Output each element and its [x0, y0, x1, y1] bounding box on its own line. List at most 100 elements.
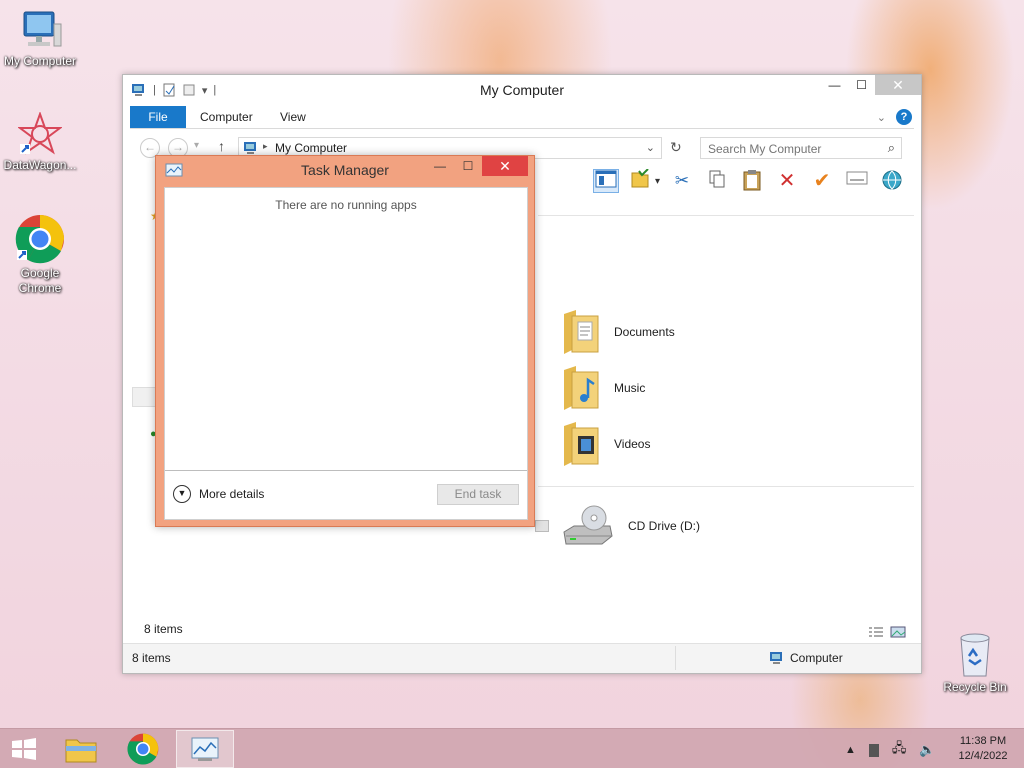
items-count: 8 items — [144, 622, 183, 636]
desktop-icon-label: Recycle Bin — [943, 680, 1007, 694]
desktop-icon-label: DataWagon... — [3, 158, 77, 172]
chevron-down-icon: ▼ — [173, 485, 191, 503]
refresh-button[interactable]: ↻ — [670, 139, 682, 156]
select-folder-icon[interactable] — [628, 168, 654, 193]
task-manager-controls: — ☐ ✕ — [426, 156, 528, 176]
tab-file[interactable]: File — [130, 106, 186, 128]
computer-small-icon — [244, 142, 256, 154]
search-icon[interactable]: ⌕ — [888, 140, 895, 156]
action-center-icon[interactable] — [868, 743, 879, 757]
group-divider — [538, 486, 914, 487]
paste-icon[interactable] — [739, 169, 765, 193]
task-manager-body: There are no running apps ▼ More details… — [164, 187, 528, 520]
datawagon-icon — [18, 112, 62, 155]
task-manager-window: Task Manager — ☐ ✕ There are no running … — [155, 155, 535, 527]
start-button[interactable] — [0, 730, 48, 768]
item-label: Music — [614, 381, 646, 395]
tm-minimize-button[interactable]: — — [426, 156, 454, 176]
large-icons-view-icon[interactable] — [890, 626, 906, 638]
computer-small-icon — [770, 652, 782, 664]
chrome-icon — [127, 733, 159, 765]
recycle-bin-icon — [960, 633, 990, 677]
properties-panel-icon[interactable] — [844, 169, 870, 193]
ribbon-controls: ⌄ ? — [877, 109, 912, 125]
taskbar: ▲ 🖧 🔈 11:38 PM 12/4/2022 — [0, 728, 1024, 768]
window-title: My Computer — [479, 82, 565, 98]
taskbar-chrome[interactable] — [114, 730, 172, 768]
documents-folder-icon — [564, 310, 599, 354]
expand-ribbon-icon[interactable]: ⌄ — [877, 111, 886, 124]
status-location-label: Computer — [790, 651, 843, 665]
list-item-videos[interactable]: Videos — [562, 419, 650, 469]
address-dropdown-icon[interactable]: ⌄ — [646, 141, 655, 154]
clock-time: 11:38 PM — [959, 735, 1007, 747]
list-item-music[interactable]: Music — [562, 363, 645, 413]
item-label: Documents — [614, 325, 675, 339]
clock[interactable]: 11:38 PM 12/4/2022 — [946, 734, 1020, 764]
tab-view[interactable]: View — [280, 106, 306, 128]
delete-icon[interactable]: ✕ — [774, 169, 800, 193]
window-controls: — ☐ ✕ — [821, 75, 921, 95]
list-item-cd-drive[interactable]: CD Drive (D:) — [562, 501, 700, 551]
desktop-icon-datawagon[interactable]: DataWagon... — [0, 112, 80, 173]
cut-icon[interactable]: ✂ — [669, 169, 695, 193]
tab-computer[interactable]: Computer — [200, 106, 253, 128]
status-items-count: 8 items — [132, 651, 171, 665]
ribbon-tabs: File Computer View ⌄ ? — [130, 106, 914, 129]
videos-folder-icon — [564, 422, 599, 466]
file-explorer-icon — [65, 739, 97, 763]
volume-icon[interactable]: 🔈 — [919, 742, 935, 758]
desktop-icon-label: Google Chrome — [18, 266, 62, 295]
tm-maximize-button[interactable]: ☐ — [454, 156, 482, 176]
more-details-button[interactable]: ▼ More details — [173, 485, 264, 503]
minimize-button[interactable]: — — [821, 75, 848, 95]
task-manager-icon — [191, 737, 219, 761]
recent-locations-icon[interactable]: ▾ — [194, 140, 199, 151]
select-dropdown-icon[interactable]: ▾ — [655, 176, 660, 187]
tm-close-button[interactable]: ✕ — [482, 156, 528, 176]
taskbar-file-explorer[interactable] — [52, 730, 110, 768]
system-tray: ▲ 🖧 🔈 — [845, 739, 936, 761]
music-folder-icon — [564, 366, 599, 410]
desktop-icon-label: My Computer — [3, 54, 77, 68]
desktop-icon-my-computer[interactable]: My Computer — [0, 10, 80, 69]
end-task-button[interactable]: End task — [437, 484, 519, 505]
status-bar: 8 items Computer — [123, 643, 921, 673]
no-apps-message: There are no running apps — [275, 198, 417, 212]
search-box[interactable]: ⌕ — [700, 137, 902, 159]
close-button[interactable]: ✕ — [875, 75, 921, 95]
address-text: My Computer — [275, 141, 348, 155]
my-computer-icon — [23, 11, 62, 47]
details-view-icon[interactable] — [868, 626, 884, 638]
toolbar-divider — [538, 215, 914, 216]
item-label: Videos — [614, 437, 651, 451]
preview-pane-icon[interactable] — [593, 169, 619, 193]
up-button[interactable]: ↑ — [218, 138, 225, 154]
breadcrumb-chevron-icon[interactable]: ▸ — [263, 141, 268, 152]
show-hidden-icons-icon[interactable]: ▲ — [845, 744, 856, 756]
chrome-icon — [15, 215, 64, 264]
rename-check-icon[interactable]: ✔ — [809, 169, 835, 193]
search-input[interactable] — [708, 142, 873, 156]
network-tray-icon[interactable]: 🖧 — [892, 739, 907, 761]
status-location: Computer — [769, 651, 843, 665]
help-icon[interactable]: ? — [896, 109, 912, 125]
taskbar-task-manager[interactable] — [176, 730, 234, 768]
command-toolbar: ▾ ✂ ✕ ✔ — [593, 167, 915, 195]
desktop-icon-recycle-bin[interactable]: Recycle Bin — [935, 630, 1015, 695]
drive-checkbox[interactable] — [535, 520, 549, 532]
explorer-titlebar[interactable]: | ▾ | My Computer — ☐ ✕ — [123, 75, 921, 105]
cd-drive-icon — [563, 505, 613, 545]
view-switcher — [868, 626, 906, 638]
maximize-button[interactable]: ☐ — [848, 75, 875, 95]
task-manager-footer: ▼ More details End task — [165, 470, 527, 519]
status-separator — [675, 646, 676, 670]
copy-icon[interactable] — [704, 169, 730, 193]
list-item-documents[interactable]: Documents — [562, 307, 675, 357]
network-globe-icon[interactable] — [879, 169, 905, 193]
windows-logo-icon — [12, 738, 36, 760]
item-label: CD Drive (D:) — [628, 519, 700, 533]
desktop-icon-google-chrome[interactable]: Google Chrome — [0, 214, 80, 296]
more-details-label: More details — [199, 487, 265, 501]
clock-date: 12/4/2022 — [958, 750, 1008, 762]
